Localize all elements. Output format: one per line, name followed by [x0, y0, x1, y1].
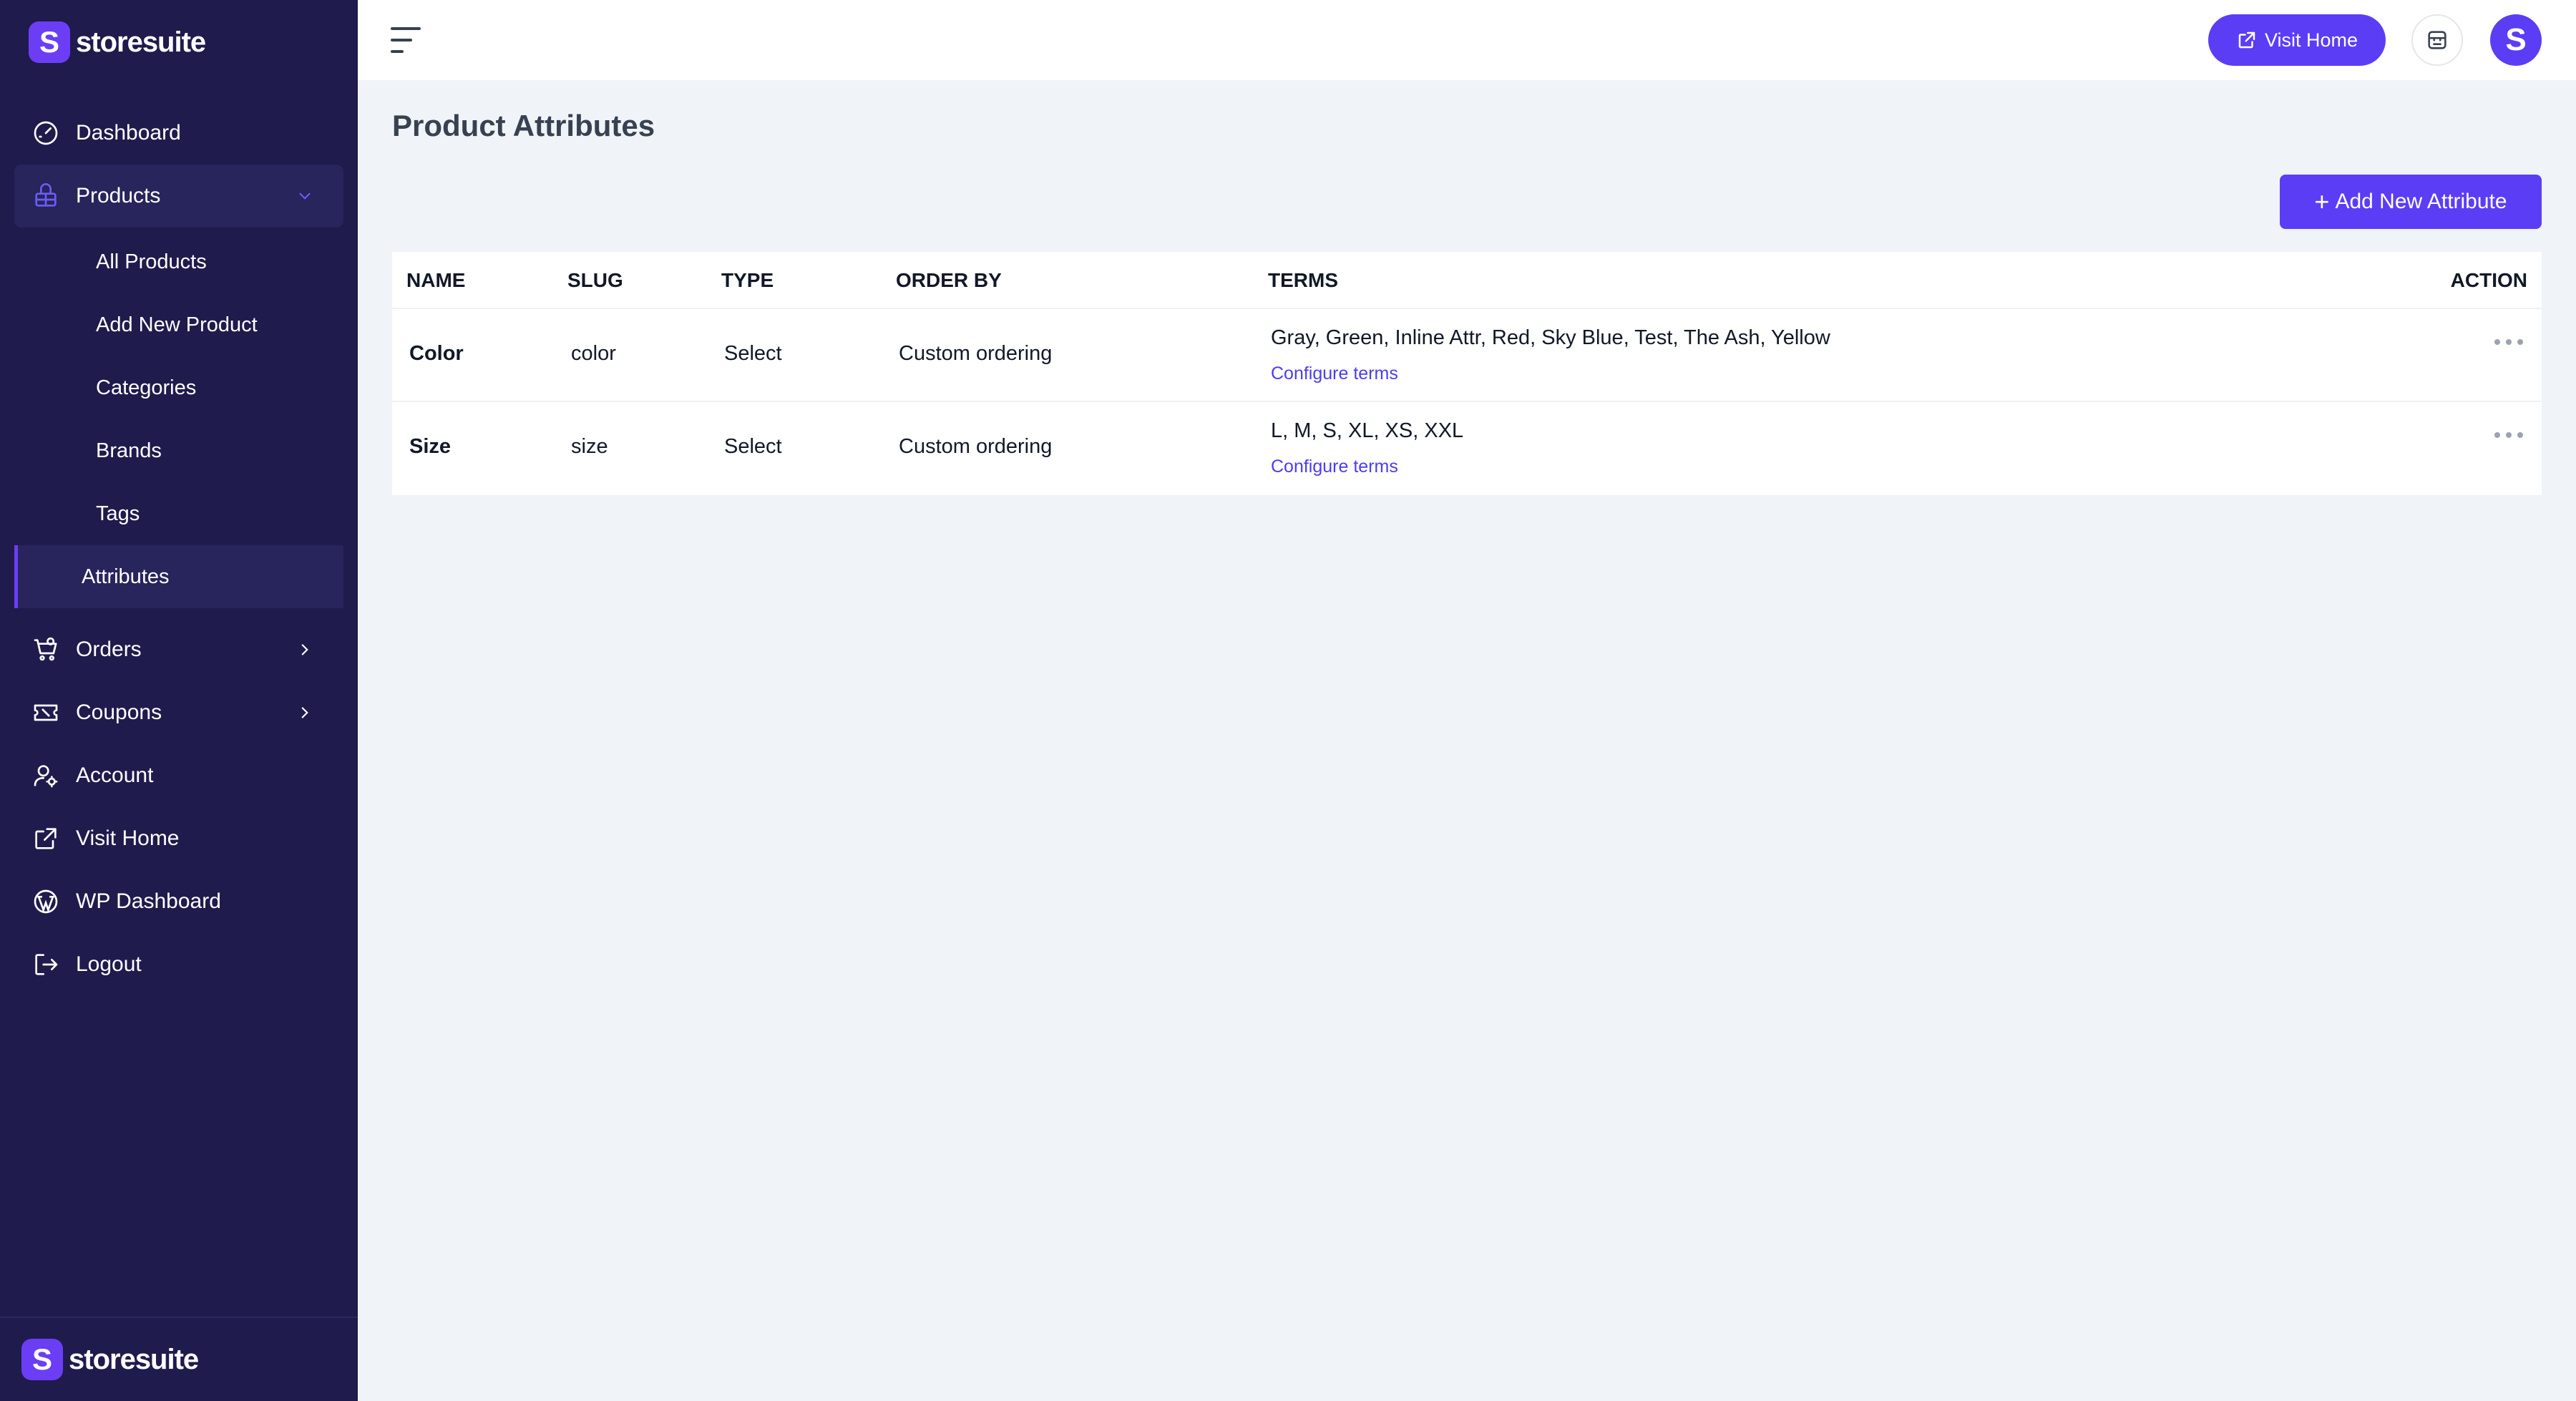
more-actions-icon[interactable]: [2494, 428, 2523, 442]
menu-toggle-icon[interactable]: [389, 24, 422, 56]
avatar[interactable]: S: [2490, 14, 2542, 66]
sidebar-item-label: Coupons: [76, 700, 162, 724]
sidebar-item-products[interactable]: Products: [14, 165, 343, 228]
external-link-icon: [2238, 31, 2255, 49]
brand-name: storesuite: [76, 26, 206, 58]
table-row: Size size Select Custom ordering L, M, S…: [392, 402, 2542, 495]
sidebar-item-logout[interactable]: Logout: [0, 933, 358, 996]
visit-home-label: Visit Home: [2264, 29, 2358, 51]
sidebar-item-label: Orders: [76, 638, 142, 661]
sidebar-item-wp-dashboard[interactable]: WP Dashboard: [0, 870, 358, 933]
cell-type: Select: [724, 435, 782, 458]
chevron-right-icon: [289, 634, 321, 665]
column-header-name: NAME: [406, 269, 466, 291]
sidebar-item-label: Account: [76, 763, 154, 787]
sidebar-subitem-brands[interactable]: Brands: [14, 419, 343, 482]
logout-icon: [30, 949, 62, 980]
brand-logo[interactable]: S storesuite: [29, 21, 206, 63]
column-header-terms: TERMS: [1268, 269, 1338, 291]
sidebar-footer: S storesuite: [0, 1317, 358, 1401]
visit-home-button[interactable]: Visit Home: [2208, 14, 2386, 66]
ticket-icon: [30, 697, 62, 728]
plus-icon: +: [2314, 187, 2330, 216]
chevron-down-icon: [289, 180, 321, 212]
sidebar-subitem-attributes[interactable]: Attributes: [14, 545, 343, 608]
footer-brand-mark: S: [21, 1339, 63, 1380]
cart-icon: [30, 634, 62, 665]
attributes-table: NAME SLUG TYPE ORDER BY TERMS ACTION Col…: [392, 252, 2542, 495]
table-header: NAME SLUG TYPE ORDER BY TERMS ACTION: [392, 252, 2542, 309]
column-header-type: TYPE: [721, 269, 774, 291]
table-row: Color color Select Custom ordering Gray,…: [392, 309, 2542, 402]
sidebar-item-coupons[interactable]: Coupons: [0, 681, 358, 744]
sidebar-subitem-add-new-product[interactable]: Add New Product: [14, 293, 343, 356]
box-icon: [30, 180, 62, 212]
sidebar-subitem-categories[interactable]: Categories: [14, 356, 343, 419]
sidebar-item-visit-home[interactable]: Visit Home: [0, 807, 358, 870]
cell-terms: Gray, Green, Inline Attr, Red, Sky Blue,…: [1271, 326, 1830, 349]
products-submenu: All Products Add New Product Categories …: [0, 228, 358, 608]
cell-terms: L, M, S, XL, XS, XXL: [1271, 419, 1464, 442]
cell-name: Size: [409, 435, 452, 458]
column-header-slug: SLUG: [567, 269, 623, 291]
column-header-order-by: ORDER BY: [896, 269, 1002, 291]
sidebar-nav: Dashboard Products All Products Add New …: [0, 102, 358, 996]
sidebar-item-label: Dashboard: [76, 121, 181, 145]
footer-brand-name: storesuite: [69, 1343, 199, 1375]
brand-mark: S: [29, 21, 70, 63]
sidebar-item-account[interactable]: Account: [0, 744, 358, 807]
page-title: Product Attributes: [392, 109, 655, 142]
configure-terms-link[interactable]: Configure terms: [1271, 457, 1398, 477]
sidebar: S storesuite Dashboard Products All Prod…: [0, 0, 358, 1401]
column-header-action: ACTION: [2450, 269, 2527, 291]
sidebar-subitem-all-products[interactable]: All Products: [14, 230, 343, 293]
more-actions-icon[interactable]: [2494, 335, 2523, 349]
external-link-icon: [30, 823, 62, 854]
configure-terms-link[interactable]: Configure terms: [1271, 363, 1398, 384]
add-new-attribute-label: Add New Attribute: [2335, 190, 2507, 213]
store-button[interactable]: [2411, 14, 2463, 66]
chevron-right-icon: [289, 697, 321, 728]
cell-order-by: Custom ordering: [899, 435, 1053, 458]
cell-slug: size: [571, 435, 608, 458]
sidebar-item-orders[interactable]: Orders: [0, 618, 358, 681]
cell-type: Select: [724, 342, 782, 365]
cell-order-by: Custom ordering: [899, 342, 1053, 365]
cell-slug: color: [571, 342, 616, 365]
add-new-attribute-button[interactable]: + Add New Attribute: [2280, 175, 2542, 229]
wordpress-icon: [30, 886, 62, 917]
store-icon: [2428, 31, 2446, 49]
gauge-icon: [30, 117, 62, 149]
cell-name: Color: [409, 342, 464, 365]
sidebar-item-label: Visit Home: [76, 826, 180, 850]
topbar: Visit Home S: [358, 0, 2576, 80]
sidebar-item-label: Products: [76, 184, 161, 208]
sidebar-item-label: Logout: [76, 952, 142, 976]
sidebar-item-label: WP Dashboard: [76, 889, 221, 913]
user-gear-icon: [30, 760, 62, 791]
sidebar-subitem-tags[interactable]: Tags: [14, 482, 343, 545]
sidebar-item-dashboard[interactable]: Dashboard: [0, 102, 358, 165]
